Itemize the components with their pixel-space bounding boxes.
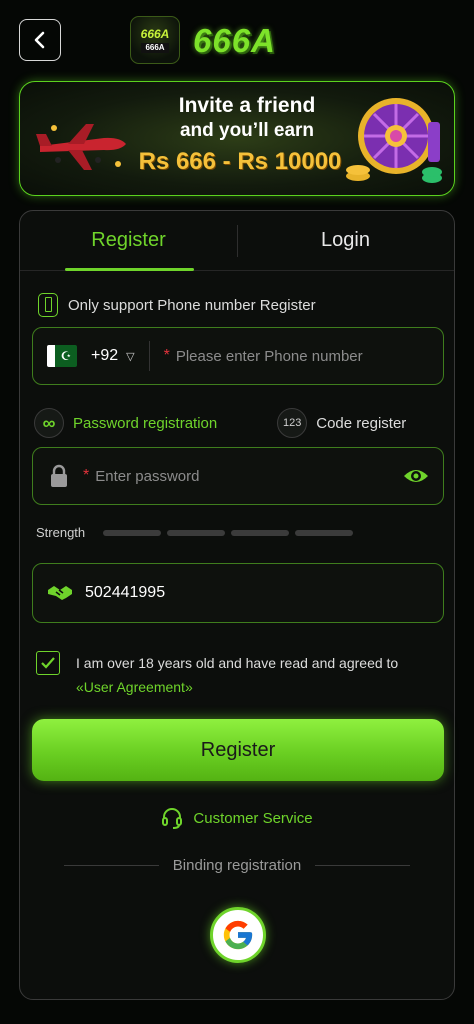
binding-divider: Binding registration	[64, 857, 411, 874]
required-mark: *	[163, 347, 170, 364]
logo-tile-subtext: 666A	[141, 42, 169, 53]
strength-bar	[167, 529, 226, 536]
phone-only-note-text: Only support Phone number Register	[68, 296, 316, 314]
customer-service-label: Customer Service	[193, 809, 313, 827]
fortune-wheel-icon	[346, 98, 442, 183]
register-button[interactable]: Register	[32, 719, 444, 781]
agreement-row: I am over 18 years old and have read and…	[36, 651, 436, 699]
phone-input[interactable]: Please enter Phone number	[176, 348, 363, 365]
divider-line	[64, 865, 159, 866]
required-mark: *	[83, 467, 90, 484]
handshake-icon	[48, 586, 72, 600]
agreement-text-block: I am over 18 years old and have read and…	[76, 651, 398, 699]
headset-icon	[162, 808, 183, 829]
agreement-text: I am over 18 years old and have read and…	[76, 655, 399, 671]
logo-tile-text: 666A	[140, 26, 170, 41]
customer-service-link[interactable]: Customer Service	[20, 807, 454, 829]
password-registration-option[interactable]: ∞ Password registration	[34, 408, 217, 438]
app-logo-tile: 666A 666A	[130, 16, 180, 64]
google-icon	[223, 920, 253, 950]
code-123-icon: 123	[277, 408, 308, 438]
code-register-option[interactable]: 123 Code register	[277, 408, 406, 438]
register-mode-selector: ∞ Password registration 123 Code registe…	[34, 405, 442, 441]
google-signin-button[interactable]	[210, 907, 266, 963]
eye-icon[interactable]	[403, 466, 429, 486]
divider-line	[315, 865, 411, 866]
checkmark-icon	[41, 657, 55, 669]
password-field[interactable]: * Enter password	[32, 447, 444, 505]
password-registration-label: Password registration	[73, 414, 218, 432]
password-input[interactable]: Enter password	[95, 468, 199, 485]
binding-label: Binding registration	[172, 857, 302, 874]
tab-login[interactable]: Login	[237, 211, 454, 270]
code-register-label: Code register	[316, 414, 407, 432]
strength-label: Strength	[36, 525, 86, 540]
phone-only-note: Only support Phone number Register	[38, 293, 316, 317]
agreement-checkbox[interactable]	[36, 651, 60, 675]
chevron-left-icon	[34, 31, 45, 49]
strength-bar	[295, 529, 354, 536]
chevron-down-icon[interactable]: ▽	[126, 350, 134, 363]
invite-code-field[interactable]: 502441995	[32, 563, 444, 623]
back-button[interactable]	[19, 19, 61, 61]
field-separator	[148, 341, 150, 371]
phone-icon	[38, 293, 58, 317]
invite-banner[interactable]: Invite a friend and you’ll earn Rs 666 -…	[19, 81, 455, 196]
infinity-icon: ∞	[34, 408, 64, 438]
phone-field[interactable]: ☪ +92 ▽ * Please enter Phone number	[32, 327, 444, 385]
app-logo-wordmark: 666A	[193, 22, 276, 59]
invite-code-value[interactable]: 502441995	[85, 584, 165, 602]
pakistan-flag-icon: ☪	[47, 345, 77, 367]
user-agreement-link[interactable]: «User Agreement»	[76, 679, 193, 695]
country-code[interactable]: +92	[91, 347, 118, 365]
strength-bar	[231, 529, 290, 536]
lock-icon	[51, 464, 67, 487]
strength-bar	[103, 529, 162, 536]
tab-divider	[237, 225, 238, 257]
auth-card: Register Login Only support Phone number…	[19, 210, 455, 1000]
password-strength: Strength	[36, 525, 354, 540]
tab-register[interactable]: Register	[20, 211, 237, 271]
